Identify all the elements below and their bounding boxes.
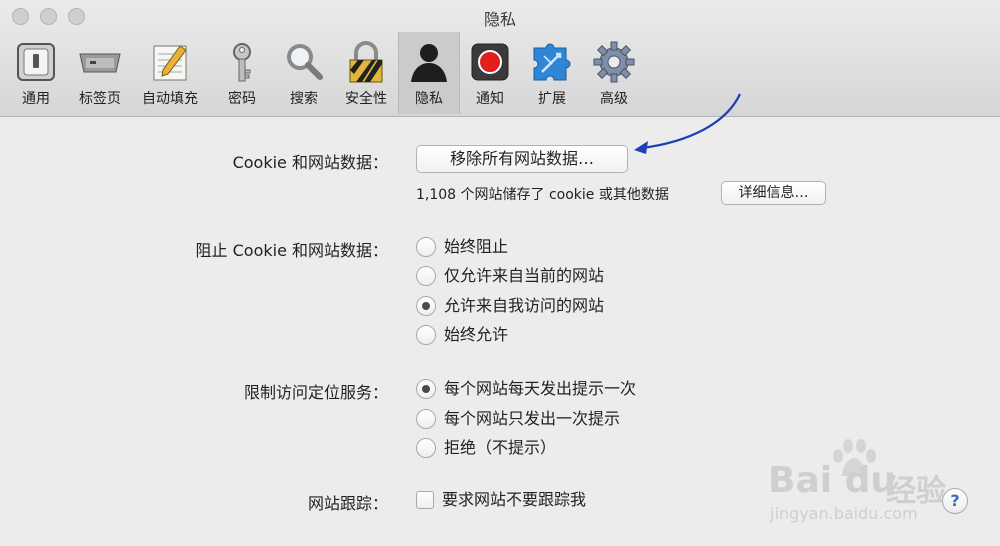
cookies-label: Cookie 和网站数据： <box>232 153 388 172</box>
radio-button[interactable] <box>416 409 436 429</box>
radio-prompt-once-daily[interactable]: 每个网站每天发出提示一次 <box>416 377 716 403</box>
cookie-info-text: 1,108 个网站储存了 cookie 或其他数据 <box>416 187 669 203</box>
radio-button[interactable] <box>416 237 436 257</box>
tab-notifications[interactable]: 通知 <box>460 32 520 114</box>
radio-deny-without-prompt[interactable]: 拒绝（不提示） <box>416 436 716 462</box>
puzzle-icon <box>533 43 571 81</box>
location-services-label: 限制访问定位服务： <box>243 383 388 402</box>
details-button[interactable]: 详细信息… <box>721 181 826 205</box>
radio-prompt-once-only[interactable]: 每个网站只发出一次提示 <box>416 407 716 433</box>
watermark-brand: Bai du <box>768 460 897 501</box>
radio-button[interactable] <box>416 325 436 345</box>
radio-allow-visited-websites[interactable]: 允许来自我访问的网站 <box>416 294 666 320</box>
radio-allow-current-website[interactable]: 仅允许来自当前的网站 <box>416 264 666 290</box>
radio-always-block[interactable]: 始终阻止 <box>416 235 666 261</box>
gear-icon <box>593 41 635 83</box>
remove-all-website-data-button[interactable]: 移除所有网站数据… <box>416 145 628 173</box>
tab-security[interactable]: 安全性 <box>336 32 396 114</box>
radio-button[interactable] <box>416 438 436 458</box>
radio-button-selected[interactable] <box>416 296 436 316</box>
annotation-arrow-icon <box>634 93 741 154</box>
help-button[interactable]: ? <box>942 488 968 514</box>
do-not-track-checkbox[interactable] <box>416 491 434 509</box>
tab-tabs[interactable]: 标签页 <box>70 32 130 114</box>
do-not-track-checkbox-row[interactable]: 要求网站不要跟踪我 <box>416 488 716 514</box>
watermark-url: jingyan.baidu.com <box>770 504 918 523</box>
radio-always-allow[interactable]: 始终允许 <box>416 323 666 349</box>
person-icon <box>411 44 447 82</box>
lock-icon <box>349 41 383 83</box>
tab-extensions[interactable]: 扩展 <box>522 32 582 114</box>
tab-autofill[interactable]: 自动填充 <box>140 32 200 114</box>
key-icon <box>233 43 251 82</box>
radio-button-selected[interactable] <box>416 379 436 399</box>
record-icon <box>471 43 509 81</box>
tab-general[interactable]: 通用 <box>6 32 66 114</box>
switch-icon <box>17 43 55 81</box>
titlebar: 隐私 通用 标签页 自动填充 密码 搜索 安全性 隐私 通知 扩展 高级 <box>0 0 1000 117</box>
preferences-window: 隐私 通用 标签页 自动填充 密码 搜索 安全性 隐私 通知 扩展 高级 Coo… <box>0 0 1000 546</box>
baidu-watermark: Bai du 经验 jingyan.baidu.com <box>768 438 968 528</box>
radio-button[interactable] <box>416 266 436 286</box>
website-tracking-label: 网站跟踪： <box>307 494 388 513</box>
tab-passwords[interactable]: 密码 <box>212 32 272 114</box>
tab-search[interactable]: 搜索 <box>274 32 334 114</box>
tabs-icon <box>79 53 121 73</box>
block-cookies-label: 阻止 Cookie 和网站数据： <box>195 241 388 260</box>
window-title: 隐私 <box>483 10 516 29</box>
pencil-icon <box>153 45 187 81</box>
magnifier-icon <box>287 44 323 80</box>
